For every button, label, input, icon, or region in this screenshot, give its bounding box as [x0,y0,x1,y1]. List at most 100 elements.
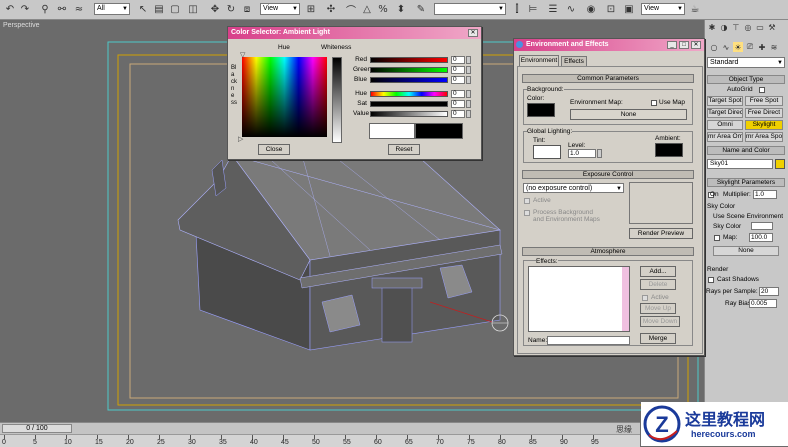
map-amount-field[interactable]: 100.0 [749,233,773,242]
env-map-button[interactable]: None [570,109,687,120]
curve-editor-icon[interactable]: ∿ [564,2,578,16]
blue-field[interactable]: 0 [451,76,465,84]
edit-named-sel-icon[interactable]: ✎ [414,2,428,16]
name-color-rollout[interactable]: Name and Color [707,146,785,155]
lights-icon[interactable]: ☀ [733,42,743,52]
pivot-center-icon[interactable]: ⊞ [304,2,318,16]
redo-icon[interactable]: ↷ [18,2,32,16]
reset-button[interactable]: Reset [388,144,420,155]
close-window-button[interactable]: ✕ [468,29,478,37]
window-crossing-icon[interactable]: ◫ [186,2,200,16]
minimize-button[interactable]: _ [667,41,677,49]
background-color-swatch[interactable] [527,103,555,117]
use-map-checkbox[interactable] [651,100,657,106]
move-icon[interactable]: ✥ [208,2,222,16]
skylight-params-rollout[interactable]: Skylight Parameters [707,178,785,187]
ray-bias-field[interactable]: 0.005 [749,299,777,308]
effect-active-checkbox[interactable] [642,295,648,301]
helpers-icon[interactable]: ✚ [757,42,767,52]
ambient-swatch[interactable] [655,143,683,157]
create-tab-icon[interactable]: ✱ [707,21,717,33]
target-spot-button[interactable]: Target Spot [707,96,743,106]
hue-spinner[interactable] [466,90,471,98]
env-close-button[interactable]: ✕ [691,41,701,49]
utilities-tab-icon[interactable]: ⚒ [767,21,777,33]
level-field[interactable]: 1.0 [568,149,596,158]
effects-scrollbar[interactable] [622,267,629,331]
move-up-button[interactable]: Move Up [640,303,676,314]
exposure-rollout[interactable]: Exposure Control [522,170,694,179]
object-type-rollout[interactable]: Object Type [707,75,785,84]
hue-slider[interactable] [370,91,448,97]
level-spinner[interactable] [597,149,602,158]
free-direct-button[interactable]: Free Direct [745,108,783,118]
cameras-icon[interactable]: ⎚ [745,42,755,52]
tab-effects[interactable]: Effects [561,56,587,66]
red-slider[interactable] [370,57,448,63]
geometry-icon[interactable]: ○ [709,42,719,52]
unlink-icon[interactable]: ⚯ [55,2,69,16]
green-spinner[interactable] [466,66,471,74]
named-selection-select[interactable]: ▼ [434,3,506,15]
sat-spinner[interactable] [466,100,471,108]
whiteness-slider[interactable] [332,57,342,143]
category-select[interactable]: Standard ▼ [707,57,785,68]
mr-area-omni-button[interactable]: mr Area Omni [707,132,743,142]
spacewarps-icon[interactable]: ≋ [769,42,779,52]
percent-snap-icon[interactable]: % [376,2,390,16]
merge-button[interactable]: Merge [640,333,676,344]
blue-slider[interactable] [370,77,448,83]
sky-map-none-button[interactable]: None [713,246,779,256]
blue-spinner[interactable] [466,76,471,84]
snaps-toggle-icon[interactable]: ⌒ [344,2,358,17]
effect-name-field[interactable] [547,336,630,345]
object-name-field[interactable]: Sky01 [707,159,773,169]
close-button[interactable]: Close [258,144,290,155]
spinner-snap-icon[interactable]: ⬍ [394,2,408,16]
select-by-name-icon[interactable]: ▤ [152,2,166,16]
red-spinner[interactable] [466,56,471,64]
value-field[interactable]: 0 [451,110,465,118]
move-down-button[interactable]: Move Down [640,316,680,327]
map-checkbox[interactable] [714,235,720,241]
hue-field[interactable]: 0 [451,90,465,98]
tab-environment[interactable]: Environment [519,55,559,66]
red-field[interactable]: 0 [451,56,465,64]
add-effect-button[interactable]: Add... [640,266,676,277]
motion-tab-icon[interactable]: ◎ [743,21,753,33]
mr-area-spot-button[interactable]: mr Area Spot [745,132,783,142]
maximize-button[interactable]: □ [679,41,689,49]
common-params-rollout[interactable]: Common Parameters [522,74,694,83]
atmosphere-rollout[interactable]: Atmosphere [522,247,694,256]
use-scene-env-radio[interactable]: Use Scene Environment [713,213,783,220]
hue-blackness-picker[interactable] [242,57,327,137]
select-manipulate-icon[interactable]: ✣ [324,2,338,16]
target-direct-button[interactable]: Target Direct [707,108,743,118]
scale-icon[interactable]: ⧈ [240,2,254,16]
time-slider[interactable]: 0 / 100 [2,424,72,433]
bind-spacewarp-icon[interactable]: ≈ [72,2,86,16]
material-editor-icon[interactable]: ◉ [584,2,598,16]
render-preview-button[interactable]: Render Preview [629,228,693,239]
layer-manager-icon[interactable]: ☰ [546,2,560,16]
multiplier-field[interactable]: 1.0 [753,190,777,199]
undo-icon[interactable]: ↶ [3,2,17,16]
sky-color-swatch[interactable] [751,222,773,230]
sky-color-radio[interactable]: Sky Color [713,223,741,230]
sat-slider[interactable] [370,101,448,107]
hue-pointer-icon[interactable]: ▽ [240,51,245,59]
select-object-icon[interactable]: ↖ [136,2,150,16]
shapes-icon[interactable]: ∿ [721,42,731,52]
value-slider[interactable] [370,111,448,117]
green-slider[interactable] [370,67,448,73]
quick-render-icon[interactable]: ☕ [688,2,702,16]
exposure-active-checkbox[interactable] [524,198,530,204]
omni-button[interactable]: Omni [707,120,743,130]
effects-list[interactable] [528,266,630,332]
sat-field[interactable]: 0 [451,100,465,108]
display-tab-icon[interactable]: ▭ [755,21,765,33]
exposure-select[interactable]: (no exposure control) ▼ [523,183,624,193]
skylight-button[interactable]: Skylight [745,120,783,130]
ref-coord-select[interactable]: View ▼ [260,3,300,15]
render-setup-icon[interactable]: ⊡ [604,2,618,16]
